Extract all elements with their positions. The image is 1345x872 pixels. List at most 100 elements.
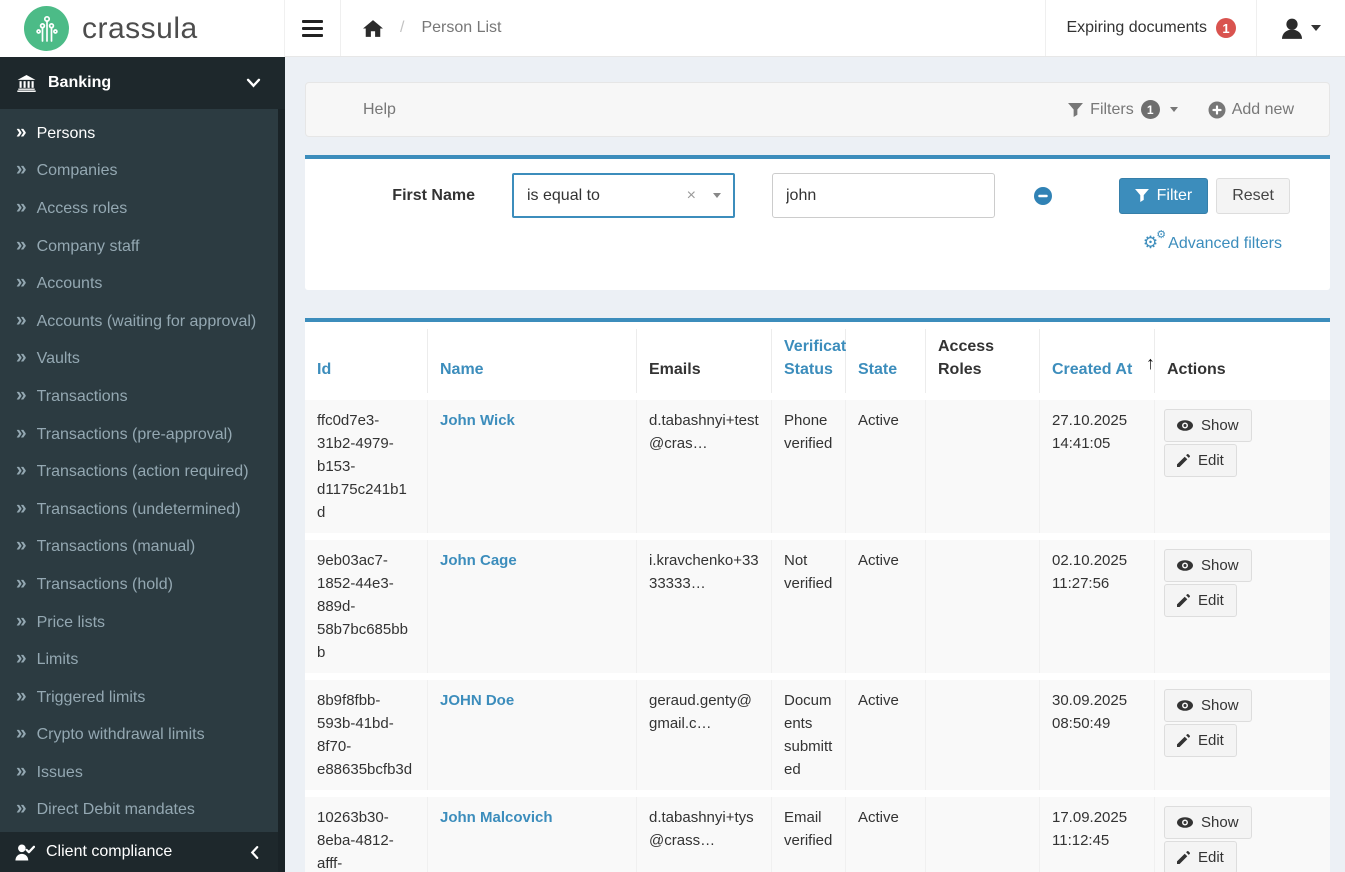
main-content: Help Filters 1 Add new First Name is equ… xyxy=(285,57,1345,872)
edit-button[interactable]: Edit xyxy=(1164,584,1237,617)
sidebar-item[interactable]: » Triggered limits xyxy=(0,679,285,717)
person-access-roles xyxy=(926,797,1040,872)
show-button[interactable]: Show xyxy=(1164,549,1252,582)
sidebar-item[interactable]: » Transactions (manual) xyxy=(0,529,285,567)
pencil-icon xyxy=(1177,851,1190,864)
sidebar-item[interactable]: » Access roles xyxy=(0,190,285,228)
sidebar-item[interactable]: » Persons xyxy=(0,115,285,153)
user-menu[interactable] xyxy=(1257,0,1345,56)
sidebar-item-label: Access roles xyxy=(36,199,128,217)
reset-button[interactable]: Reset xyxy=(1216,177,1290,214)
person-created-at: 17.09.2025 11:12:45 xyxy=(1040,797,1155,872)
sidebar-item-label: Transactions (manual) xyxy=(36,538,196,556)
column-header[interactable]: Emails ↑ xyxy=(637,329,772,393)
sidebar-item-label: Transactions (action required) xyxy=(36,463,249,481)
chevron-down-icon xyxy=(1311,25,1321,31)
double-chevron-icon: » xyxy=(16,610,27,632)
toolbar: Help Filters 1 Add new xyxy=(305,82,1330,137)
sidebar-item-label: Issues xyxy=(36,763,83,781)
sidebar-menu: » Persons » Companies » Access roles » C… xyxy=(0,109,285,832)
brand[interactable]: crassula xyxy=(0,0,285,57)
filter-button[interactable]: Filter xyxy=(1118,177,1209,214)
sidebar-item-label: Transactions xyxy=(36,387,128,405)
sidebar-item[interactable]: » Issues xyxy=(0,754,285,792)
column-header[interactable]: Created At ↑ xyxy=(1040,329,1155,393)
sidebar-item[interactable]: » Transactions (hold) xyxy=(0,566,285,604)
expiring-documents-link[interactable]: Expiring documents 1 xyxy=(1046,0,1256,56)
person-state: Active xyxy=(846,400,926,533)
column-header[interactable]: Id ↑ xyxy=(305,329,428,393)
column-header[interactable]: Access Roles ↑ xyxy=(926,329,1040,393)
double-chevron-icon: » xyxy=(16,572,27,594)
person-created-at: 02.10.2025 11:27:56 xyxy=(1040,540,1155,673)
person-emails: geraud.genty@gmail.c… xyxy=(637,680,772,790)
person-name-link[interactable]: JOHN Doe xyxy=(440,692,514,709)
edit-button[interactable]: Edit xyxy=(1164,444,1237,477)
sidebar-footer-label: Client compliance xyxy=(46,843,173,860)
clear-icon[interactable]: × xyxy=(687,187,696,205)
advanced-filters-link[interactable]: ⚙ ⚙ Advanced filters xyxy=(1143,229,1282,252)
sidebar-item-label: Transactions (pre-approval) xyxy=(36,425,233,443)
sidebar-item[interactable]: » Vaults xyxy=(0,341,285,379)
help-link[interactable]: Help xyxy=(363,101,396,119)
double-chevron-icon: » xyxy=(16,535,27,557)
person-row: 8b9f8fbb-593b-41bd-8f70-e88635bcfb3d JOH… xyxy=(305,680,1330,790)
double-chevron-icon: » xyxy=(16,234,27,256)
column-header[interactable]: Verification Status ↑ xyxy=(772,329,870,393)
sidebar-item-label: Accounts xyxy=(36,275,103,293)
person-id: 8b9f8fbb-593b-41bd-8f70-e88635bcfb3d xyxy=(305,680,428,790)
person-id: ffc0d7e3-31b2-4979-b153-d1175c241b1d xyxy=(305,400,428,533)
add-new-button[interactable]: Add new xyxy=(1208,101,1294,119)
filters-toggle[interactable]: Filters 1 xyxy=(1068,100,1178,119)
sidebar-item-label: Accounts (waiting for approval) xyxy=(36,312,257,330)
table-header-row: Id ↑ Name ↑ Emails ↑ xyxy=(305,329,1330,393)
show-button[interactable]: Show xyxy=(1164,409,1252,442)
sidebar-item[interactable]: » Accounts xyxy=(0,265,285,303)
sidebar-item-label: Persons xyxy=(36,124,96,142)
crassula-logo-icon xyxy=(24,6,69,51)
column-header[interactable]: Name ↑ xyxy=(428,329,637,393)
operator-select[interactable]: is equal to × xyxy=(512,173,735,218)
person-name-link[interactable]: John Cage xyxy=(440,552,517,569)
person-verification-status: Not verified xyxy=(772,540,846,673)
breadcrumb-current: Person List xyxy=(421,19,502,36)
sidebar-item[interactable]: » Direct Debit mandates xyxy=(0,792,285,830)
edit-button[interactable]: Edit xyxy=(1164,724,1237,757)
sidebar-item-label: Triggered limits xyxy=(36,688,146,706)
remove-condition-button[interactable] xyxy=(1034,186,1052,205)
edit-button[interactable]: Edit xyxy=(1164,841,1237,872)
persons-table-card: Id ↑ Name ↑ Emails ↑ xyxy=(305,318,1330,872)
sidebar-scrollbar[interactable] xyxy=(278,109,285,872)
eye-icon xyxy=(1177,420,1193,431)
double-chevron-icon: » xyxy=(16,196,27,218)
filters-label: Filters xyxy=(1090,100,1134,118)
sidebar-item-label: Transactions (undetermined) xyxy=(36,500,241,518)
sidebar-item[interactable]: » Transactions xyxy=(0,378,285,416)
person-name-link[interactable]: John Malcovich xyxy=(440,809,553,826)
sidebar-section-client-compliance[interactable]: Client compliance xyxy=(0,832,285,872)
sidebar-item[interactable]: » Price lists xyxy=(0,604,285,642)
sidebar-item[interactable]: » Transactions (undetermined) xyxy=(0,491,285,529)
sidebar-item[interactable]: » Crypto withdrawal limits xyxy=(0,717,285,755)
person-row: 9eb03ac7-1852-44e3-889d-58b7bc685bbb Joh… xyxy=(305,540,1330,673)
sidebar-item[interactable]: » Limits xyxy=(0,641,285,679)
show-button[interactable]: Show xyxy=(1164,806,1252,839)
column-header[interactable]: State ↑ xyxy=(846,329,926,393)
double-chevron-icon: » xyxy=(16,309,27,331)
column-header[interactable]: Actions ↑ xyxy=(1155,329,1330,393)
sidebar-item-label: Companies xyxy=(36,162,118,180)
double-chevron-icon: » xyxy=(16,760,27,782)
sidebar-section-banking[interactable]: Banking xyxy=(0,57,285,109)
sidebar-item[interactable]: » Accounts (waiting for approval) xyxy=(0,303,285,341)
show-button[interactable]: Show xyxy=(1164,689,1252,722)
filter-value-input[interactable] xyxy=(772,173,995,218)
sidebar-item[interactable]: » Company staff xyxy=(0,228,285,266)
sidebar-item[interactable]: » Companies xyxy=(0,153,285,191)
breadcrumb: / Person List xyxy=(341,19,502,37)
person-name-link[interactable]: John Wick xyxy=(440,412,515,429)
sidebar-item[interactable]: » Transactions (pre-approval) xyxy=(0,416,285,454)
hamburger-menu-icon[interactable] xyxy=(285,0,340,56)
person-verification-status: Phone verified xyxy=(772,400,846,533)
home-icon[interactable] xyxy=(363,19,383,37)
sidebar-item[interactable]: » Transactions (action required) xyxy=(0,453,285,491)
